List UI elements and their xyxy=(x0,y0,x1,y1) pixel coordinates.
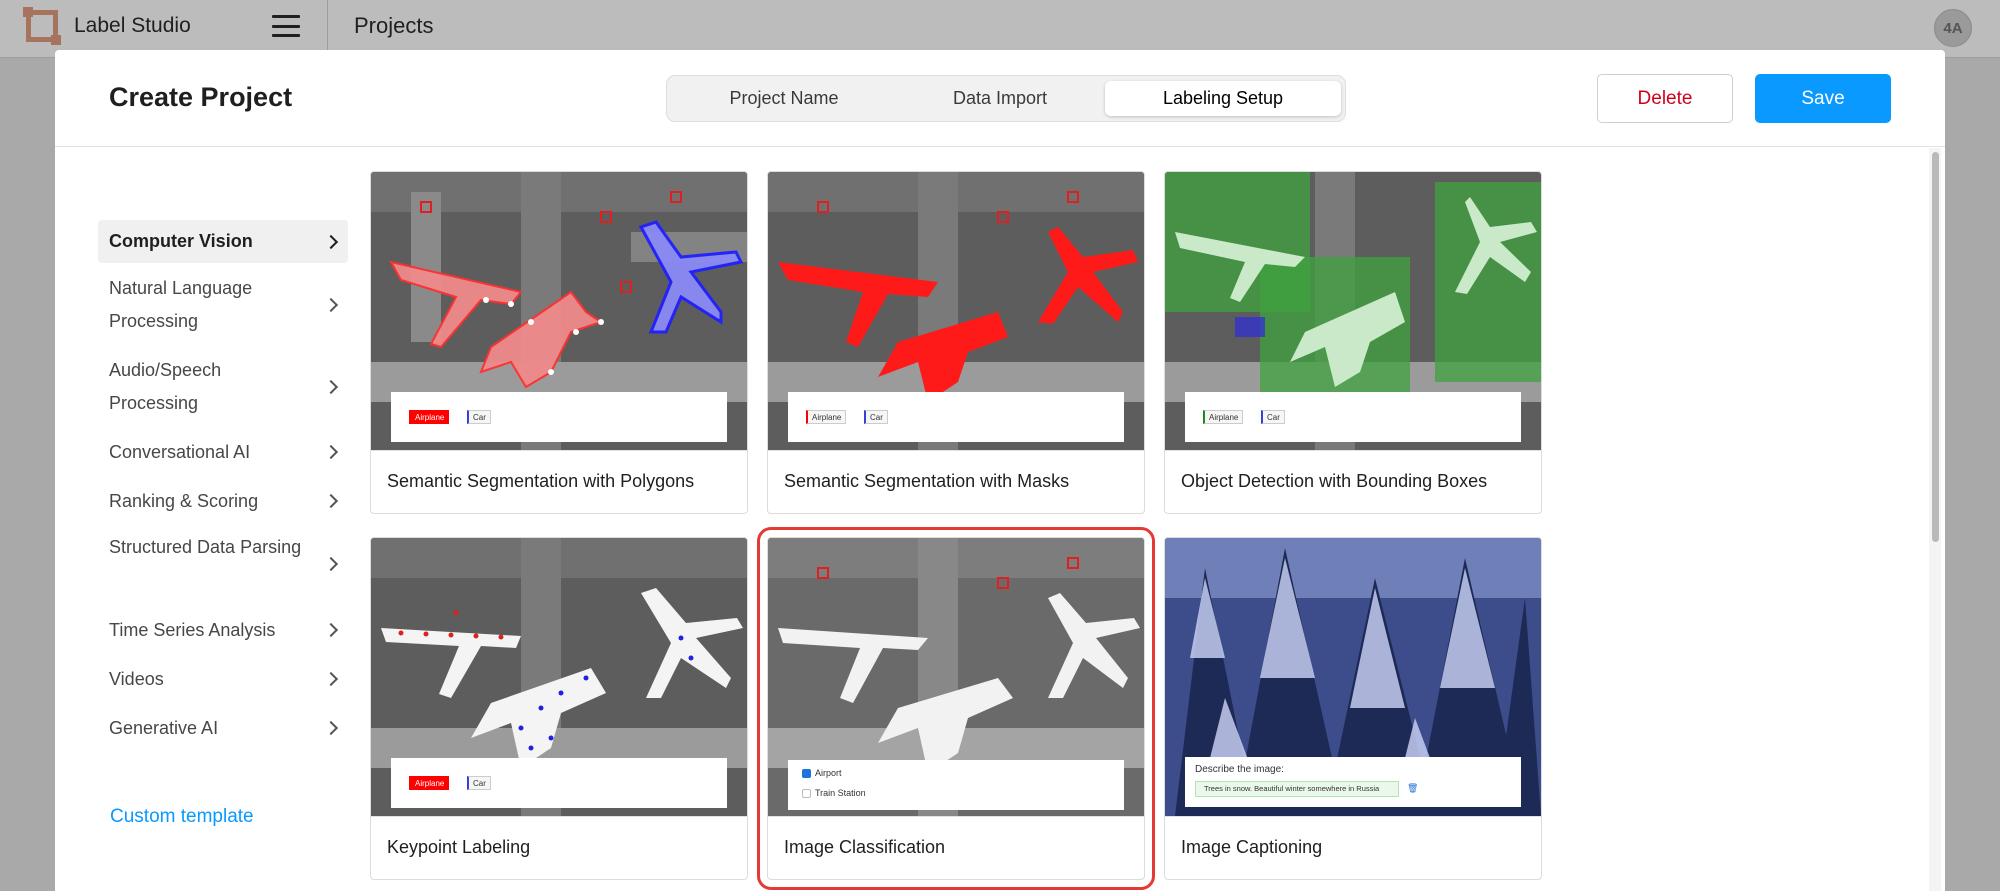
tab-project-name[interactable]: Project Name xyxy=(671,81,897,116)
template-card-image-classification[interactable]: Airport Train Station Image Classificati… xyxy=(757,527,1155,890)
card-divider xyxy=(1165,450,1541,451)
choices-preview-panel: Airport Train Station xyxy=(788,760,1124,810)
card-divider xyxy=(1165,816,1541,817)
template-card-keypoints[interactable]: Airplane Car Keypoint Labeling xyxy=(370,537,748,880)
chevron-right-icon xyxy=(323,671,339,687)
choice-item: Train Station xyxy=(802,788,866,798)
choice-label: Airport xyxy=(815,768,842,778)
sidebar-item-label: Structured Data Parsing xyxy=(109,537,302,557)
chevron-right-icon xyxy=(323,297,339,313)
choice-item: Airport xyxy=(802,768,842,778)
chevron-right-icon xyxy=(323,493,339,509)
trash-icon: 🗑 xyxy=(1407,783,1419,793)
template-card-masks[interactable]: Airplane Car Semantic Segmentation with … xyxy=(767,171,1145,514)
chevron-right-icon xyxy=(323,556,339,572)
label-preview-panel: Airplane Car xyxy=(788,392,1124,442)
custom-template-link[interactable]: Custom template xyxy=(110,806,254,828)
sidebar-item-label: Generative AI xyxy=(109,718,219,738)
template-name: Semantic Segmentation with Polygons xyxy=(387,471,695,491)
sidebar-item-time-series[interactable]: Time Series Analysis xyxy=(98,610,348,650)
card-divider xyxy=(768,816,1144,817)
sidebar-item-label: Computer Vision xyxy=(109,231,253,251)
create-project-modal: Create Project Project Name Data Import … xyxy=(55,50,1945,891)
card-divider xyxy=(768,450,1144,451)
chevron-right-icon xyxy=(323,444,339,460)
template-name: Image Captioning xyxy=(1181,837,1323,857)
sidebar-item-structured-data[interactable]: Structured Data Parsing xyxy=(98,531,348,597)
sidebar-item-nlp[interactable]: Natural Language Processing xyxy=(98,272,348,338)
chevron-right-icon xyxy=(323,234,339,249)
label-preview-panel: Airplane Car xyxy=(1185,392,1521,442)
sidebar-item-label: Ranking & Scoring xyxy=(109,491,259,511)
chevron-right-icon xyxy=(323,379,339,395)
caption-preview-panel: Describe the image: Trees in snow. Beaut… xyxy=(1185,757,1521,807)
label-tag: Airplane xyxy=(409,410,450,424)
sidebar-item-computer-vision[interactable]: Computer Vision xyxy=(98,220,348,263)
page-title: Create Project xyxy=(109,82,293,112)
step-tabs: Project Name Data Import Labeling Setup xyxy=(666,75,1346,122)
label-tag: Car xyxy=(467,410,491,424)
template-card-bounding-boxes[interactable]: Airplane Car Object Detection with Bound… xyxy=(1164,171,1542,514)
sidebar-item-label: Videos xyxy=(109,669,164,689)
sidebar-item-ranking-scoring[interactable]: Ranking & Scoring xyxy=(98,481,348,521)
template-name: Object Detection with Bounding Boxes xyxy=(1181,471,1488,491)
label-tag: Car xyxy=(864,410,888,424)
label-studio-logo-icon[interactable] xyxy=(23,7,61,45)
checkbox-icon xyxy=(802,788,811,798)
template-name: Image Classification xyxy=(784,837,946,857)
tab-data-import[interactable]: Data Import xyxy=(897,81,1103,116)
delete-button[interactable]: Delete xyxy=(1597,74,1733,123)
template-name: Keypoint Labeling xyxy=(387,837,531,857)
sidebar-item-conversational-ai[interactable]: Conversational AI xyxy=(98,432,348,472)
app-name: Label Studio xyxy=(74,14,191,37)
label-tag: Airplane xyxy=(806,410,847,424)
card-divider xyxy=(371,816,747,817)
label-tag: Car xyxy=(1261,410,1285,424)
sidebar-item-generative-ai[interactable]: Generative AI xyxy=(98,708,348,748)
caption-prompt: Describe the image: xyxy=(1195,764,1284,775)
tab-labeling-setup[interactable]: Labeling Setup xyxy=(1105,81,1341,116)
template-card-image-captioning[interactable]: Describe the image: Trees in snow. Beaut… xyxy=(1164,537,1542,880)
choice-label: Train Station xyxy=(815,788,866,798)
sidebar-item-label: Audio/Speech Processing xyxy=(109,360,222,413)
menu-icon[interactable] xyxy=(272,15,300,37)
save-button[interactable]: Save xyxy=(1755,74,1891,123)
checkbox-checked-icon xyxy=(802,768,811,778)
caption-value: Trees in snow. Beautiful winter somewher… xyxy=(1195,781,1399,797)
template-card-polygons[interactable]: Airplane Car Semantic Segmentation with … xyxy=(370,171,748,514)
avatar[interactable]: 4A xyxy=(1934,9,1972,47)
modal-header: Create Project Project Name Data Import … xyxy=(55,50,1945,147)
breadcrumb[interactable]: Projects xyxy=(354,13,433,39)
sidebar-item-label: Conversational AI xyxy=(109,442,251,462)
card-divider xyxy=(371,450,747,451)
label-tag: Car xyxy=(467,776,491,790)
chevron-right-icon xyxy=(323,622,339,638)
label-preview-panel: Airplane Car xyxy=(391,758,727,808)
scrollbar-thumb[interactable] xyxy=(1932,152,1939,542)
sidebar-item-audio-speech[interactable]: Audio/Speech Processing xyxy=(98,354,348,420)
label-tag: Airplane xyxy=(409,776,450,790)
sidebar-item-label: Time Series Analysis xyxy=(109,620,276,640)
template-name: Semantic Segmentation with Masks xyxy=(784,471,1070,491)
label-preview-panel: Airplane Car xyxy=(391,392,727,442)
label-tag: Airplane xyxy=(1203,410,1244,424)
chevron-right-icon xyxy=(323,720,339,736)
sidebar-item-videos[interactable]: Videos xyxy=(98,659,348,699)
sidebar-item-label: Natural Language Processing xyxy=(109,278,253,331)
